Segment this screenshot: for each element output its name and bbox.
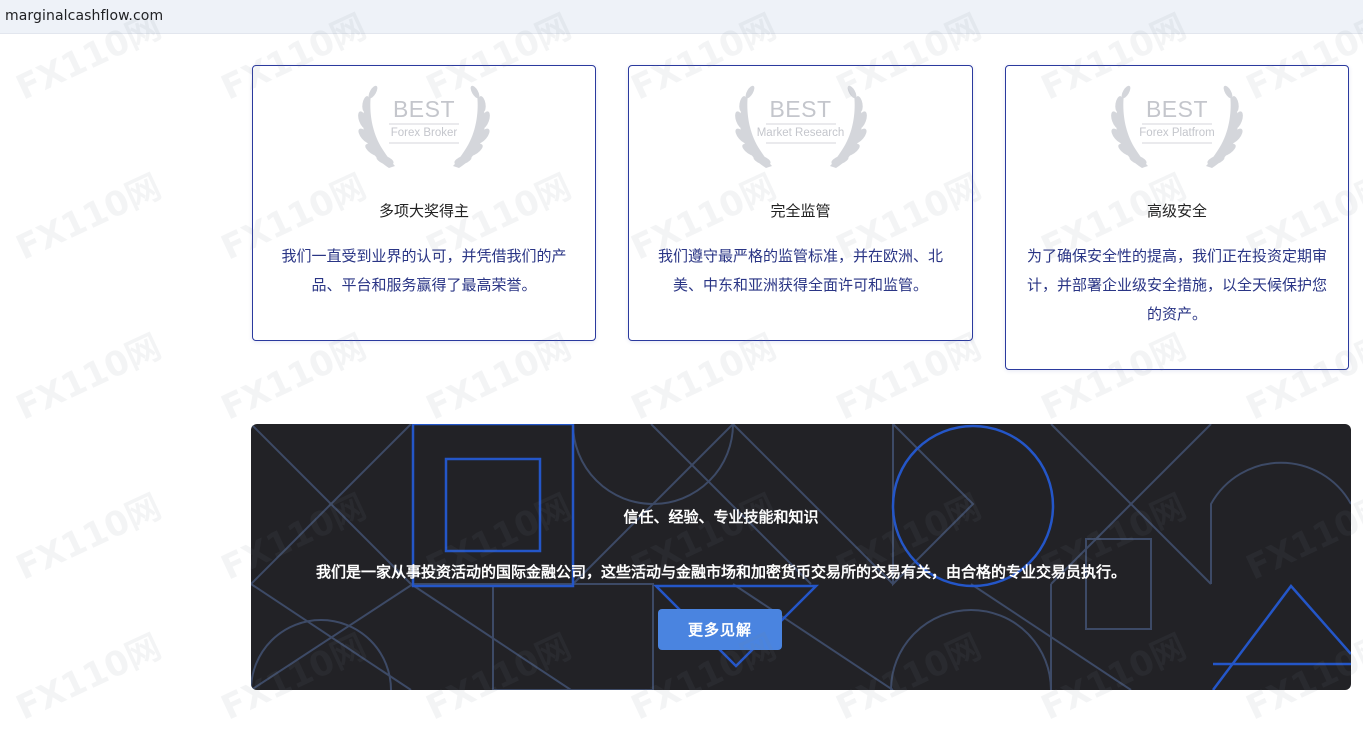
feature-card-regulation: BEST Market Research 完全监管 我们遵守最严格的监管标准，并…: [628, 65, 973, 341]
card-description: 我们遵守最严格的监管标准，并在欧洲、北美、中东和亚洲获得全面许可和监管。: [657, 247, 943, 294]
card-description: 我们一直受到业界的认可，并凭借我们的产品、平台和服务赢得了最高荣誉。: [281, 247, 567, 294]
card-description: 为了确保安全性的提高，我们正在投资定期审计，并部署企业级安全措施，以全天候保护您…: [1026, 247, 1327, 323]
laurel-badge-icon: BEST Forex Broker: [349, 80, 499, 175]
url-text[interactable]: marginalcashflow.com: [5, 8, 163, 24]
banner-text: 我们是一家从事投资活动的国际金融公司，这些活动与金融市场和加密货币交易所的交易有…: [315, 563, 1126, 581]
geometric-pattern: [251, 424, 1351, 690]
badge-subtitle: Forex Broker: [390, 127, 458, 139]
feature-card-awards: BEST Forex Broker 多项大奖得主 我们一直受到业界的认可，并凭借…: [252, 65, 596, 341]
badge-best-text: BEST: [769, 96, 832, 122]
banner-title: 信任、经验、专业技能和知识: [623, 508, 819, 526]
more-insights-button[interactable]: 更多见解: [658, 609, 782, 650]
trust-banner: 信任、经验、专业技能和知识 我们是一家从事投资活动的国际金融公司，这些活动与金融…: [251, 424, 1351, 690]
badge-best-text: BEST: [1145, 96, 1209, 122]
card-title: 高级安全: [1146, 202, 1207, 220]
card-title: 完全监管: [770, 202, 831, 220]
badge-subtitle: Market Research: [756, 127, 845, 139]
badge-best-text: BEST: [392, 96, 456, 122]
laurel-badge-icon: BEST Market Research: [726, 80, 876, 175]
browser-address-bar[interactable]: marginalcashflow.com: [0, 0, 1363, 34]
card-title: 多项大奖得主: [378, 202, 469, 220]
feature-card-security: BEST Forex Platfrom 高级安全 为了确保安全性的提高，我们正在…: [1005, 65, 1349, 370]
laurel-badge-icon: BEST Forex Platfrom: [1102, 80, 1252, 175]
badge-subtitle: Forex Platfrom: [1139, 127, 1215, 139]
